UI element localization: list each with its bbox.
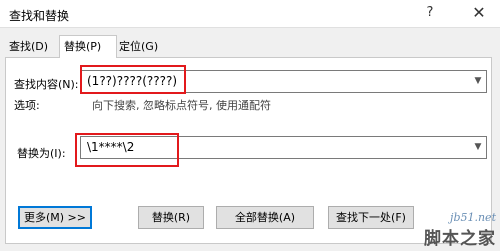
watermark-brand: 脚本之家: [424, 229, 496, 249]
options-value: 向下搜索, 忽略标点符号, 使用通配符: [92, 99, 271, 112]
chevron-down-icon[interactable]: ▼: [470, 71, 486, 92]
tab-goto[interactable]: 定位(G): [115, 37, 171, 56]
replace-all-button[interactable]: 全部替换(A): [216, 206, 314, 229]
tab-replace[interactable]: 替换(P): [59, 35, 117, 58]
highlight-box-replace: [75, 133, 179, 167]
replace-button[interactable]: 替换(R): [138, 206, 204, 229]
more-button[interactable]: 更多(M) >>: [18, 206, 92, 229]
watermark-url: jb51.net: [450, 211, 496, 224]
close-button[interactable]: ✕: [466, 2, 492, 24]
title-bar: 查找和替换 ? ✕: [0, 0, 500, 28]
replace-label: 替换为(I):: [17, 147, 66, 160]
find-label: 查找内容(N):: [14, 78, 79, 91]
tab-find[interactable]: 查找(D): [5, 37, 57, 56]
find-next-button[interactable]: 查找下一处(F): [328, 206, 414, 229]
chevron-down-icon[interactable]: ▼: [470, 137, 486, 158]
help-button[interactable]: ?: [417, 2, 443, 24]
watermark: jb51.net 脚本之家: [424, 211, 496, 249]
highlight-box-find: [80, 65, 186, 94]
dialog-title: 查找和替换: [9, 9, 70, 23]
options-label: 选项:: [14, 99, 40, 112]
